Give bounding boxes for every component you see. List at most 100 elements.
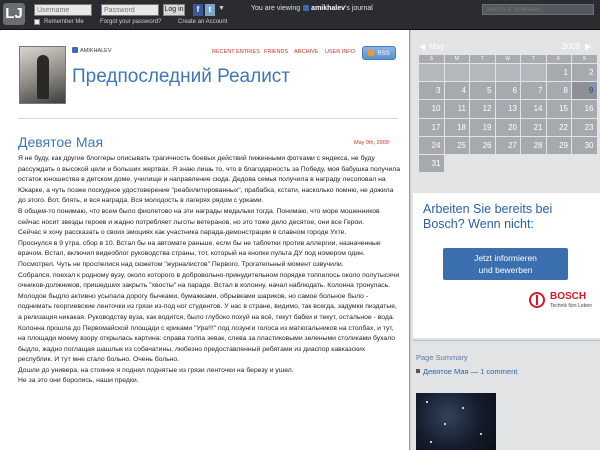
- comments-link[interactable]: 1 comment: [480, 367, 517, 376]
- post-paragraph: В общем-то понимаю, что всем было фиолет…: [18, 207, 380, 226]
- calendar-day: 18: [444, 118, 469, 136]
- post-paragraph: Не за это они боролись, наши предки.: [18, 377, 139, 385]
- ad-cta-button[interactable]: Jetzt informieren und bewerben: [443, 248, 568, 280]
- calendar-empty-cell: [419, 64, 444, 82]
- nav-friends[interactable]: FRIENDS: [264, 49, 288, 55]
- nav-recent-entries[interactable]: RECENT ENTRIES: [212, 49, 260, 55]
- chevron-down-icon[interactable]: ▼: [218, 5, 225, 12]
- username-input[interactable]: [34, 4, 92, 16]
- calendar-day: 3: [419, 82, 444, 100]
- rss-button[interactable]: RSS: [362, 46, 396, 60]
- twitter-icon[interactable]: t: [205, 4, 215, 16]
- post-paragraph: Сейчас я хочу рассказать о своих эмоциях…: [18, 229, 347, 237]
- calendar-day: 10: [419, 100, 444, 118]
- viewing-suffix: 's journal: [345, 5, 373, 12]
- rss-icon: [368, 50, 375, 56]
- bosch-ad[interactable]: Arbeiten Sie bereits bei Bosch? Wenn nic…: [413, 193, 600, 338]
- post-body: Я не буду, как другие блоггеры описывать…: [18, 154, 401, 387]
- calendar: ◀ May 2009 ▶ S M T W T F S 1 2 3 4 5 6 7 8 9 10 11 12 13 14 1…: [419, 41, 597, 173]
- calendar-day: 22: [546, 118, 571, 136]
- calendar-empty-cell: [470, 64, 495, 82]
- calendar-month[interactable]: May: [429, 42, 444, 51]
- calendar-day: 13: [495, 100, 520, 118]
- calendar-empty-cell: [444, 64, 469, 82]
- calendar-header: ◀ May 2009 ▶: [419, 41, 594, 55]
- calendar-day: 4: [444, 82, 469, 100]
- calendar-weekday: T: [470, 55, 495, 63]
- remember-me-label: Remember Me: [44, 19, 84, 25]
- login-button[interactable]: Log in: [163, 4, 185, 16]
- viewing-journal-text: You are viewing amikhalev's journal: [251, 5, 373, 12]
- calendar-day-today[interactable]: 9: [572, 82, 597, 100]
- nav-archive[interactable]: ARCHIVE: [294, 49, 318, 55]
- calendar-weekday: F: [546, 55, 571, 63]
- viewing-user-link[interactable]: amikhalev: [311, 5, 345, 12]
- calendar-day: 26: [470, 136, 495, 154]
- calendar-day: 15: [546, 100, 571, 118]
- bosch-logo-icon: [529, 292, 545, 308]
- calendar-day: 23: [572, 118, 597, 136]
- calendar-day: 14: [521, 100, 546, 118]
- divider: [413, 340, 600, 341]
- livejournal-logo-icon[interactable]: LJ: [3, 3, 25, 25]
- page-summary-item: Девятое Мая — 1 comment: [416, 367, 517, 376]
- journal-username[interactable]: AMIKHALEV: [72, 47, 111, 54]
- bosch-tagline: Technik fürs Leben: [550, 303, 592, 309]
- calendar-day: 7: [521, 82, 546, 100]
- user-icon: [72, 47, 78, 53]
- calendar-prev-icon[interactable]: ◀: [419, 42, 425, 51]
- calendar-weekday: S: [572, 55, 597, 63]
- ad-cta-line: und bewerben: [478, 265, 533, 275]
- calendar-weekday: T: [521, 55, 546, 63]
- calendar-day: 2: [572, 64, 597, 82]
- calendar-day: 11: [444, 100, 469, 118]
- password-input[interactable]: [101, 4, 159, 16]
- top-bar: LJ Log in f t ▼ Remember Me Forgot your …: [0, 0, 600, 30]
- remember-me-checkbox[interactable]: [34, 19, 40, 25]
- post-paragraph: Дошли до универа, на стоянке я поднял по…: [18, 366, 294, 374]
- ad-cta-line: Jetzt informieren: [474, 253, 537, 263]
- calendar-day: 29: [546, 136, 571, 154]
- calendar-day: 28: [521, 136, 546, 154]
- calendar-weekday: S: [419, 55, 444, 63]
- calendar-day: 21: [521, 118, 546, 136]
- viewing-prefix: You are viewing: [251, 5, 301, 12]
- nav-user-info[interactable]: USER INFO: [325, 49, 355, 55]
- calendar-day: 25: [444, 136, 469, 154]
- calendar-next-icon[interactable]: ▶: [585, 42, 591, 51]
- facebook-icon[interactable]: f: [193, 4, 203, 16]
- calendar-day: 12: [470, 100, 495, 118]
- page-summary-title: Page Summary: [416, 353, 468, 362]
- calendar-day: 8: [546, 82, 571, 100]
- post-paragraph: Я не буду, как другие блоггеры описывать…: [18, 155, 401, 205]
- avatar[interactable]: [19, 46, 66, 104]
- calendar-day: 16: [572, 100, 597, 118]
- calendar-day: 20: [495, 118, 520, 136]
- ad-headline[interactable]: Arbeiten Sie bereits bei Bosch? Wenn nic…: [423, 202, 593, 232]
- forgot-password-link[interactable]: Forgot your password?: [100, 19, 161, 25]
- separator: —: [468, 367, 481, 376]
- calendar-weekday: W: [495, 55, 520, 63]
- space-image[interactable]: [416, 393, 496, 450]
- calendar-day: 5: [470, 82, 495, 100]
- bosch-brand: BOSCH: [550, 291, 587, 302]
- page-summary-link[interactable]: Девятое Мая: [423, 367, 469, 376]
- calendar-day: 31: [419, 154, 444, 173]
- post-title[interactable]: Девятое Мая: [18, 134, 103, 150]
- calendar-day: 24: [419, 136, 444, 154]
- create-account-link[interactable]: Create an Account: [178, 19, 227, 25]
- post-date[interactable]: May 9th, 2009: [354, 140, 389, 146]
- calendar-year[interactable]: 2009: [562, 42, 580, 51]
- post-paragraph: Собрался, поехал к родному вузу, около к…: [18, 271, 400, 321]
- calendar-day: 27: [495, 136, 520, 154]
- calendar-grid: S M T W T F S 1 2 3 4 5 6 7 8 9 10 11 12 13 14 15 16 17 18 19 20 21…: [419, 55, 597, 173]
- post-paragraph: Колонна прошла до Первомайской площади с…: [18, 324, 396, 364]
- main-content: AMIKHALEV RECENT ENTRIES FRIENDS ARCHIVE…: [0, 30, 410, 450]
- divider: [18, 118, 398, 119]
- rss-label: RSS: [377, 51, 390, 57]
- post-paragraph: Проснулся в 9 утра, сбор в 10. Встал бы …: [18, 239, 381, 268]
- calendar-day: 1: [546, 64, 571, 82]
- journal-title[interactable]: Предпоследний Реалист: [72, 66, 290, 88]
- calendar-day: 30: [572, 136, 597, 154]
- search-input[interactable]: [482, 4, 594, 15]
